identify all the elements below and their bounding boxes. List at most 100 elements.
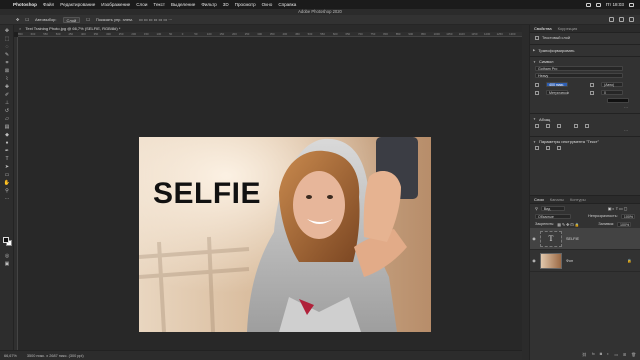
menu-select[interactable]: Выделение: [171, 2, 195, 7]
rectangle-tool-icon[interactable]: ▭: [3, 172, 11, 178]
tab-paths[interactable]: Контуры: [570, 197, 586, 202]
frame-tool-icon[interactable]: ⊠: [3, 68, 11, 74]
document-tab[interactable]: × Text Training Photo.jpg @ 66,7% (SELFI…: [14, 25, 522, 32]
menu-image[interactable]: Изображение: [101, 2, 130, 7]
more-options-icon[interactable]: ···: [530, 106, 640, 111]
document-canvas-image[interactable]: SELFIE: [139, 137, 431, 332]
document-info[interactable]: 3500 пикс. x 2687 пикс. (300 ppi): [27, 354, 84, 358]
healing-brush-icon[interactable]: ✚: [3, 84, 11, 90]
fill-field[interactable]: 100%: [617, 221, 632, 227]
anti-alias-icon[interactable]: [557, 146, 561, 150]
section-text-tool[interactable]: ▼ Параметры инструмента "Текст": [530, 138, 640, 145]
zoom-tool-icon[interactable]: ⚲: [3, 188, 11, 194]
text-color-swatch[interactable]: [607, 98, 629, 103]
section-paragraph[interactable]: ▼ Абзац: [530, 116, 640, 123]
font-family-select[interactable]: Gotham Pro: [535, 66, 623, 71]
zoom-level[interactable]: 66,67%: [4, 354, 17, 358]
eyedropper-tool-icon[interactable]: ⌇: [3, 76, 11, 82]
path-select-icon[interactable]: ➤: [3, 164, 11, 170]
marquee-tool-icon[interactable]: ⬚: [3, 36, 11, 42]
filter-icons[interactable]: ▣ ◐ T ▭ ▢: [608, 206, 627, 211]
battery-icon[interactable]: [595, 2, 601, 7]
menu-type[interactable]: Текст: [153, 2, 165, 7]
delete-layer-icon[interactable]: 🗑: [631, 352, 636, 357]
leading-field[interactable]: (Авто): [601, 82, 623, 87]
align-left-icon[interactable]: [535, 123, 539, 128]
more-tools-icon[interactable]: ···: [3, 196, 11, 202]
tracking-field[interactable]: 0: [601, 90, 623, 95]
layer-filter-select[interactable]: Вид: [540, 205, 565, 211]
menu-3d[interactable]: 3D: [223, 2, 229, 7]
visibility-eye-icon[interactable]: ◉: [530, 236, 538, 241]
align-center-icon[interactable]: [546, 123, 550, 128]
opacity-field[interactable]: 100%: [620, 213, 635, 219]
font-size-field[interactable]: 400 пикс.: [546, 82, 568, 87]
blur-tool-icon[interactable]: ◆: [3, 132, 11, 138]
align-right-icon[interactable]: [557, 123, 561, 128]
move-tool-options-icon[interactable]: ✥: [16, 17, 19, 22]
auto-select-checkbox[interactable]: ☐: [25, 17, 29, 22]
new-group-icon[interactable]: ▭: [614, 352, 618, 357]
type-tool-icon[interactable]: T: [3, 156, 11, 162]
menu-layers[interactable]: Слои: [136, 2, 147, 7]
crop-tool-icon[interactable]: ⌗: [3, 60, 11, 66]
layer-row[interactable]: ◉ T SELFIE: [530, 228, 640, 250]
share-icon[interactable]: [629, 17, 634, 22]
foreground-color-swatch[interactable]: [3, 237, 9, 243]
layer-row[interactable]: ◉ Фон 🔒: [530, 250, 640, 272]
menu-edit[interactable]: Редактирование: [60, 2, 95, 7]
eraser-tool-icon[interactable]: ▱: [3, 116, 11, 122]
justify-all-icon[interactable]: [585, 123, 589, 128]
layer-name[interactable]: SELFIE: [566, 237, 579, 241]
canvas-text-selfie[interactable]: SELFIE: [153, 177, 261, 210]
blend-mode-select[interactable]: Обычные: [535, 213, 571, 219]
layer-name[interactable]: Фон: [566, 259, 573, 263]
pen-tool-icon[interactable]: ✒: [3, 148, 11, 154]
new-layer-icon[interactable]: ⊞: [623, 352, 626, 357]
warp-icon[interactable]: [546, 146, 550, 150]
history-brush-icon[interactable]: ↺: [3, 108, 11, 114]
screen-mode-icon[interactable]: ▣: [3, 261, 11, 267]
section-transform[interactable]: ▶ Трансформировать: [530, 47, 640, 54]
tab-adjustments[interactable]: Коррекция: [558, 26, 578, 31]
add-mask-icon[interactable]: ◙: [600, 352, 602, 356]
wifi-icon[interactable]: [585, 2, 591, 7]
clone-stamp-icon[interactable]: ⊥: [3, 100, 11, 106]
menu-view[interactable]: Просмотр: [235, 2, 256, 7]
app-menu[interactable]: Photoshop: [13, 2, 37, 7]
tab-layers[interactable]: Слои: [534, 197, 544, 202]
hand-tool-icon[interactable]: ✋: [3, 180, 11, 186]
tab-channels[interactable]: Каналы: [550, 197, 564, 202]
fx-icon[interactable]: fx: [592, 352, 595, 356]
adjustment-layer-icon[interactable]: ◐: [607, 352, 609, 356]
menu-help[interactable]: Справка: [278, 2, 296, 7]
menu-file[interactable]: Файл: [43, 2, 54, 7]
filter-search-icon[interactable]: ⚲: [535, 206, 538, 211]
move-tool-icon[interactable]: ✥: [3, 28, 11, 34]
gradient-tool-icon[interactable]: ▤: [3, 124, 11, 130]
visibility-eye-icon[interactable]: ◉: [530, 258, 538, 263]
clock[interactable]: Пт 18:03: [606, 2, 624, 7]
show-controls-checkbox[interactable]: ☐: [86, 17, 90, 22]
workspace-icon[interactable]: [619, 17, 624, 22]
quick-select-tool-icon[interactable]: ✎: [3, 52, 11, 58]
auto-select-dropdown[interactable]: Слой: [62, 16, 81, 23]
menu-window[interactable]: Окно: [262, 2, 273, 7]
kerning-field[interactable]: Метрически: [546, 90, 569, 95]
align-icons[interactable]: ▭ ▭ ▭ ▭ ▭ ▭ ···: [139, 17, 172, 22]
spotlight-icon[interactable]: [629, 2, 634, 7]
orientation-icon[interactable]: [535, 146, 539, 150]
close-tab-icon[interactable]: ×: [19, 25, 21, 32]
link-layers-icon[interactable]: ⛓: [582, 352, 587, 357]
lasso-tool-icon[interactable]: ◌: [3, 44, 11, 50]
font-style-select[interactable]: Heavy: [535, 73, 623, 78]
brush-tool-icon[interactable]: ✐: [3, 92, 11, 98]
canvas-area[interactable]: SELFIE: [18, 37, 522, 350]
section-symbol[interactable]: ▼ Символ: [530, 58, 640, 65]
dodge-tool-icon[interactable]: ●: [3, 140, 11, 146]
quick-mask-icon[interactable]: ◎: [3, 253, 11, 259]
more-paragraph-icon[interactable]: ···: [530, 128, 640, 134]
search-icon[interactable]: [609, 17, 614, 22]
lock-icons[interactable]: ▦ ✎ ✥ ⊡ 🔒: [557, 222, 579, 227]
justify-icon[interactable]: [574, 123, 578, 128]
